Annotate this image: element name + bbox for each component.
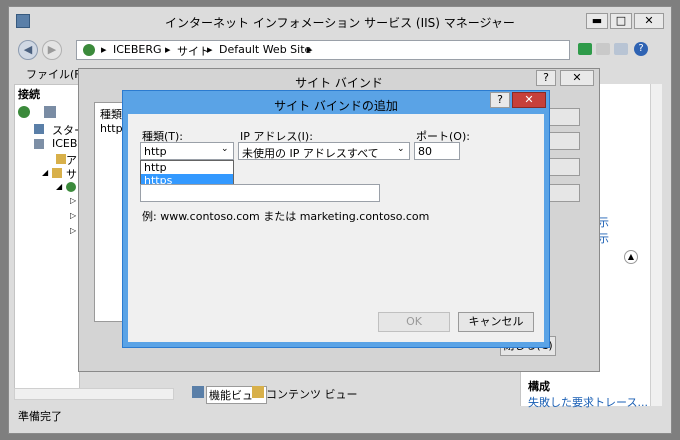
maximize-button[interactable]: □ xyxy=(610,13,632,29)
app-icon xyxy=(16,14,30,28)
chevron-down-icon: ⌄ xyxy=(221,144,229,154)
tree-icon xyxy=(56,154,66,164)
expand-icon[interactable]: ◢ xyxy=(56,182,62,191)
forward-button[interactable]: ▶ xyxy=(42,40,62,60)
hostname-input[interactable] xyxy=(140,184,380,202)
save-icon[interactable] xyxy=(44,106,56,118)
back-arrow-icon: ◀ xyxy=(23,43,33,56)
type-option-http[interactable]: http xyxy=(141,161,233,174)
tree-icon xyxy=(34,139,44,149)
crumb-sep-icon: ▸ xyxy=(165,43,171,56)
menu-file[interactable]: ファイル(F) xyxy=(26,66,85,82)
minimize-button[interactable]: ▬ xyxy=(586,13,608,29)
bindings-side-button[interactable] xyxy=(546,132,580,150)
right-scrollbar[interactable] xyxy=(650,84,662,406)
breadcrumb-default-web-site[interactable]: Default Web Site xyxy=(219,43,311,56)
expand-icon[interactable]: ◢ xyxy=(42,168,48,177)
crumb-sep-icon: ▸ xyxy=(101,43,107,56)
site-bindings-help-button[interactable]: ? xyxy=(536,70,556,86)
bindings-col-type[interactable]: 種類 xyxy=(100,106,122,122)
add-binding-close-button[interactable]: ✕ xyxy=(512,92,546,108)
add-binding-help-button[interactable]: ? xyxy=(490,92,510,108)
horizontal-scrollbar[interactable] xyxy=(14,388,174,400)
cancel-button[interactable]: キャンセル xyxy=(458,312,534,332)
bindings-row-type[interactable]: http xyxy=(100,122,123,135)
refresh-icon[interactable] xyxy=(578,43,592,55)
port-input[interactable]: 80 xyxy=(414,142,460,160)
ip-select-value: 未使用の IP アドレスすべて xyxy=(242,147,379,160)
section-title-config: 構成 xyxy=(528,380,550,393)
home-icon[interactable] xyxy=(614,43,628,55)
breadcrumb-iceberg[interactable]: ICEBERG xyxy=(113,43,162,56)
connections-title: 接続 xyxy=(18,88,40,101)
forward-arrow-icon: ▶ xyxy=(47,43,57,56)
site-bindings-title: サイト バインド xyxy=(295,76,383,90)
window-title: インターネット インフォメーション サービス (IIS) マネージャー xyxy=(165,16,515,30)
crumb-sep-icon: ▸ xyxy=(307,43,313,56)
breadcrumb-sites[interactable]: サイト xyxy=(177,43,210,59)
chevron-down-icon: ⌄ xyxy=(397,144,405,154)
bindings-side-button[interactable] xyxy=(546,108,580,126)
port-input-value: 80 xyxy=(418,145,432,158)
tree-icon xyxy=(34,124,44,134)
stop-icon[interactable] xyxy=(596,43,610,55)
help-icon[interactable]: ? xyxy=(634,42,648,56)
features-view-icon xyxy=(192,386,204,398)
site-globe-icon xyxy=(66,182,76,192)
hostname-example: 例: www.contoso.com または marketing.contoso… xyxy=(142,210,430,223)
tree-item-sites[interactable]: サ xyxy=(66,166,77,182)
expand-icon[interactable]: ▷ xyxy=(70,226,76,235)
crumb-sep-icon: ▸ xyxy=(207,43,213,56)
add-binding-title: サイト バインドの追加 xyxy=(274,99,398,113)
globe-toolbar-icon[interactable] xyxy=(18,106,30,118)
back-button[interactable]: ◀ xyxy=(18,40,38,60)
tree-icon xyxy=(52,168,62,178)
ok-button[interactable]: OK xyxy=(378,312,450,332)
address-bar[interactable]: ▸ ICEBERG ▸ サイト ▸ Default Web Site ▸ xyxy=(76,40,570,60)
type-select-value: http xyxy=(144,145,167,158)
globe-icon xyxy=(83,44,95,56)
content-view-icon xyxy=(252,386,264,398)
action-link-failed-request-tracing[interactable]: 失敗した要求トレース... xyxy=(528,394,648,410)
status-text: 準備完了 xyxy=(18,410,62,423)
expand-icon[interactable]: ▷ xyxy=(70,211,76,220)
collapse-icon[interactable]: ▲ xyxy=(624,250,638,264)
close-button[interactable]: ✕ xyxy=(634,13,664,29)
bindings-side-button[interactable] xyxy=(546,184,580,202)
type-select[interactable]: http ⌄ xyxy=(140,142,234,160)
ip-select[interactable]: 未使用の IP アドレスすべて ⌄ xyxy=(238,142,410,160)
site-bindings-close-button[interactable]: ✕ xyxy=(560,70,594,86)
expand-icon[interactable]: ▷ xyxy=(70,196,76,205)
bindings-side-button[interactable] xyxy=(546,158,580,176)
tab-content-view[interactable]: コンテンツ ビュー xyxy=(266,386,358,402)
